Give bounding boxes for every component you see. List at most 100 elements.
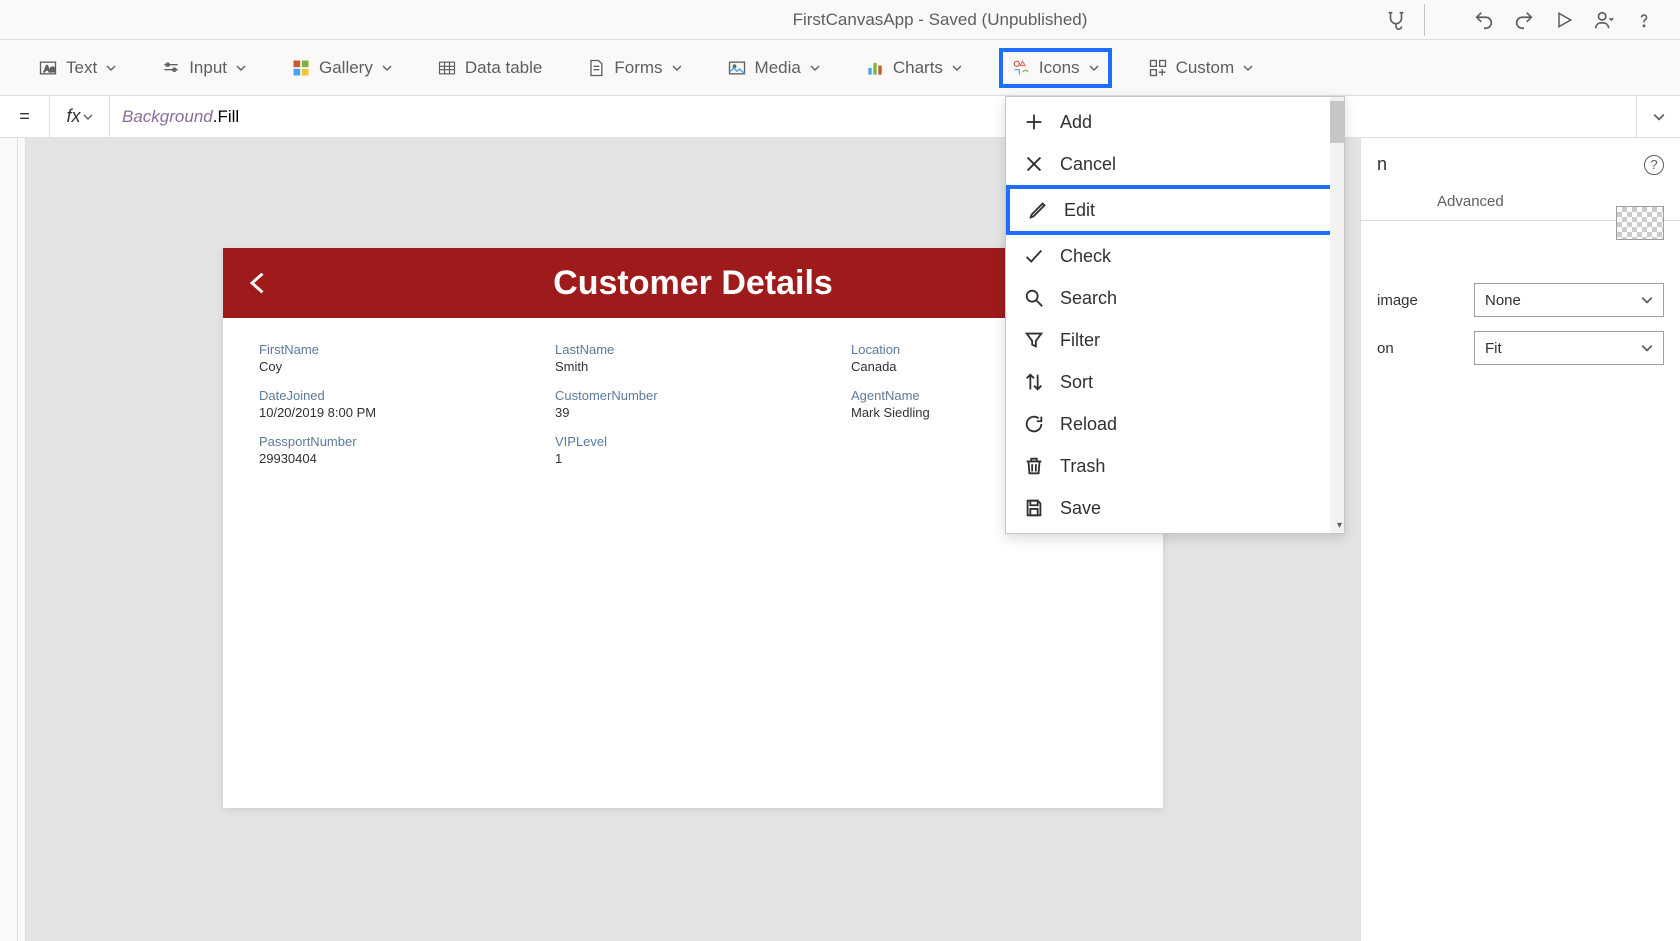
filter-icon bbox=[1022, 328, 1046, 352]
formula-object: Background bbox=[122, 107, 213, 126]
icons-dropdown-menu: ▾ Add Cancel Edit Check Search Filter So… bbox=[1005, 96, 1345, 534]
left-panel-collapsed[interactable] bbox=[0, 138, 18, 941]
value: Smith bbox=[555, 359, 831, 374]
icons-icon bbox=[1011, 58, 1031, 78]
dropdown-label: Edit bbox=[1064, 200, 1095, 221]
chevron-down-icon bbox=[235, 62, 247, 74]
gallery-icon bbox=[291, 58, 311, 78]
ribbon-custom-label: Custom bbox=[1176, 58, 1235, 78]
dropdown-label: Trash bbox=[1060, 456, 1105, 477]
forms-icon bbox=[586, 58, 606, 78]
dropdown-item-search[interactable]: Search bbox=[1006, 277, 1344, 319]
value: 1 bbox=[555, 451, 831, 466]
ribbon-icons[interactable]: Icons bbox=[999, 48, 1112, 88]
prop-label: on bbox=[1377, 340, 1394, 357]
ribbon-gallery[interactable]: Gallery bbox=[283, 52, 401, 84]
formula-prop: .Fill bbox=[213, 107, 239, 126]
scroll-down-arrow[interactable]: ▾ bbox=[1337, 520, 1342, 531]
ribbon-input[interactable]: Input bbox=[153, 52, 255, 84]
diagnostics-icon[interactable] bbox=[1380, 4, 1412, 36]
field-viplevel: VIPLevel1 bbox=[555, 434, 831, 466]
ribbon-icons-label: Icons bbox=[1039, 58, 1080, 78]
field-firstname: FirstNameCoy bbox=[259, 342, 535, 374]
dropdown-label: Save bbox=[1060, 498, 1101, 519]
chevron-down-icon bbox=[951, 62, 963, 74]
chevron-down-icon bbox=[105, 62, 117, 74]
select-value: None bbox=[1485, 292, 1521, 309]
dropdown-item-save[interactable]: Save bbox=[1006, 487, 1344, 529]
formula-equals[interactable]: = bbox=[0, 96, 50, 137]
chevron-down-icon bbox=[381, 62, 393, 74]
dropdown-label: Filter bbox=[1060, 330, 1100, 351]
label: DateJoined bbox=[259, 388, 535, 403]
formula-fx[interactable]: fx bbox=[50, 96, 110, 137]
insert-ribbon: Aa Text Input Gallery Data table Forms M… bbox=[0, 40, 1680, 96]
ribbon-media[interactable]: Media bbox=[719, 52, 829, 84]
label: PassportNumber bbox=[259, 434, 535, 449]
dropdown-item-edit[interactable]: Edit bbox=[1006, 185, 1336, 235]
reload-icon bbox=[1022, 412, 1046, 436]
undo-icon[interactable] bbox=[1468, 4, 1500, 36]
dropdown-label: Search bbox=[1060, 288, 1117, 309]
dropdown-item-cancel[interactable]: Cancel bbox=[1006, 143, 1344, 185]
back-arrow-icon[interactable] bbox=[245, 265, 273, 301]
ribbon-charts[interactable]: Charts bbox=[857, 52, 971, 84]
ribbon-gallery-label: Gallery bbox=[319, 58, 373, 78]
image-select[interactable]: None bbox=[1474, 283, 1664, 317]
dropdown-item-check[interactable]: Check bbox=[1006, 235, 1344, 277]
title-bar: FirstCanvasApp - Saved (Unpublished) bbox=[0, 0, 1680, 40]
ribbon-media-label: Media bbox=[755, 58, 801, 78]
formula-input[interactable]: Background.Fill bbox=[110, 107, 1636, 127]
chevron-down-icon bbox=[809, 62, 821, 74]
preview-icon[interactable] bbox=[1548, 4, 1580, 36]
label: FirstName bbox=[259, 342, 535, 357]
dropdown-label: Check bbox=[1060, 246, 1111, 267]
panel-help-icon[interactable]: ? bbox=[1644, 155, 1664, 175]
field-lastname: LastName Smith bbox=[555, 342, 831, 374]
dropdown-label: Add bbox=[1060, 112, 1092, 133]
formula-expand[interactable] bbox=[1636, 96, 1680, 137]
help-icon[interactable] bbox=[1628, 4, 1660, 36]
position-select[interactable]: Fit bbox=[1474, 331, 1664, 365]
fx-label: fx bbox=[66, 106, 80, 127]
text-icon: Aa bbox=[38, 58, 58, 78]
scrollbar-track[interactable] bbox=[1330, 97, 1344, 533]
ribbon-text[interactable]: Aa Text bbox=[30, 52, 125, 84]
ribbon-forms[interactable]: Forms bbox=[578, 52, 690, 84]
main-area: Customer Details FirstNameCoy LastName Sm… bbox=[0, 138, 1680, 941]
ribbon-custom[interactable]: Custom bbox=[1140, 52, 1263, 84]
panel-title: n bbox=[1377, 154, 1387, 175]
title-bar-actions bbox=[1380, 4, 1660, 36]
chevron-down-icon bbox=[671, 62, 683, 74]
screen-title: Customer Details bbox=[553, 264, 833, 303]
tree-panel-collapsed[interactable] bbox=[18, 138, 26, 941]
background-color-picker[interactable] bbox=[1616, 206, 1664, 240]
field-datejoined: DateJoined10/20/2019 8:00 PM bbox=[259, 388, 535, 420]
share-icon[interactable] bbox=[1588, 4, 1620, 36]
search-icon bbox=[1022, 286, 1046, 310]
ribbon-input-label: Input bbox=[189, 58, 227, 78]
custom-icon bbox=[1148, 58, 1168, 78]
check-icon bbox=[1022, 244, 1046, 268]
dropdown-item-trash[interactable]: Trash bbox=[1006, 445, 1344, 487]
tab-advanced[interactable]: Advanced bbox=[1421, 183, 1520, 220]
input-icon bbox=[161, 58, 181, 78]
dropdown-item-reload[interactable]: Reload bbox=[1006, 403, 1344, 445]
dropdown-item-add[interactable]: Add bbox=[1006, 101, 1344, 143]
add-icon bbox=[1022, 110, 1046, 134]
dropdown-item-filter[interactable]: Filter bbox=[1006, 319, 1344, 361]
sort-icon bbox=[1022, 370, 1046, 394]
ribbon-datatable[interactable]: Data table bbox=[429, 52, 551, 84]
media-icon bbox=[727, 58, 747, 78]
dropdown-label: Sort bbox=[1060, 372, 1093, 393]
prop-row-position: on Fit bbox=[1377, 331, 1664, 365]
label: CustomerNumber bbox=[555, 388, 831, 403]
redo-icon[interactable] bbox=[1508, 4, 1540, 36]
charts-icon bbox=[865, 58, 885, 78]
dropdown-item-sort[interactable]: Sort bbox=[1006, 361, 1344, 403]
cancel-icon bbox=[1022, 152, 1046, 176]
scrollbar-thumb[interactable] bbox=[1330, 101, 1344, 143]
label: LastName bbox=[555, 342, 831, 357]
chevron-down-icon bbox=[1088, 62, 1100, 74]
svg-text:Aa: Aa bbox=[44, 64, 56, 74]
